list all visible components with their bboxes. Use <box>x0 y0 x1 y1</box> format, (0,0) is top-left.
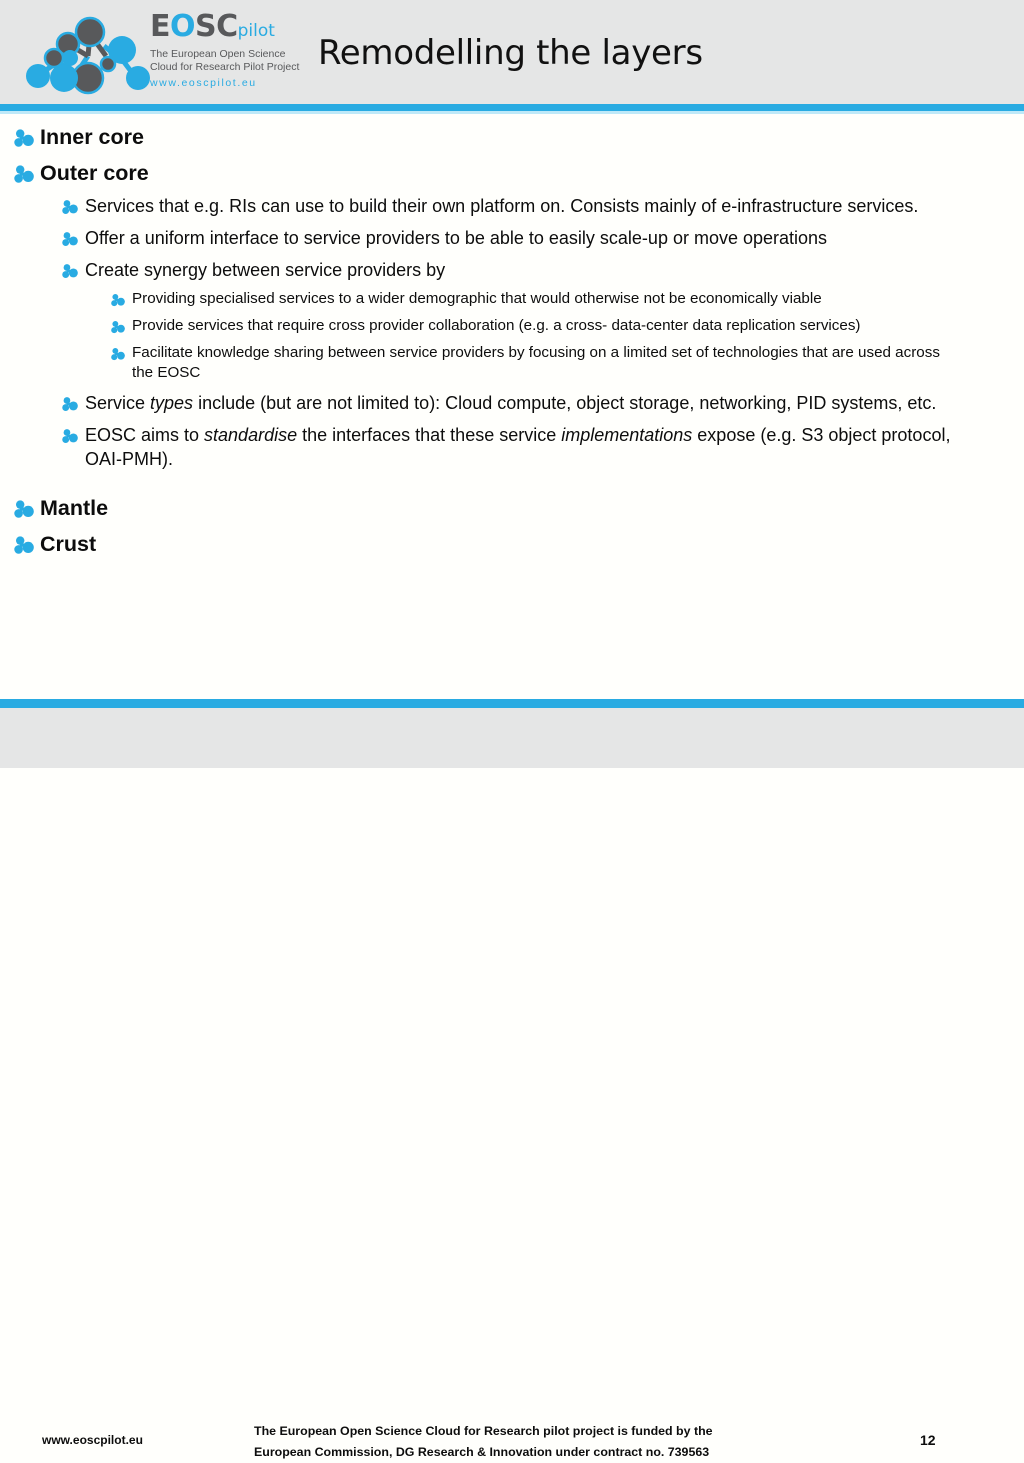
bullet-text: Facilitate knowledge sharing between ser… <box>132 344 940 381</box>
footer-url[interactable]: www.eoscpilot.eu <box>42 1433 143 1447</box>
logo-url: www.eoscpilot.eu <box>150 77 257 89</box>
wordmark-letter-e: E <box>150 9 171 44</box>
footer-funding-statement: The European Open Science Cloud for Rese… <box>254 1421 874 1463</box>
bullet-item-level-3: Providing specialised services to a wide… <box>111 282 991 309</box>
slide-footer: www.eoscpilot.eu The European Open Scien… <box>0 708 1024 1459</box>
logo-tagline-line2: Cloud for Research Pilot Project <box>150 61 300 73</box>
bullet-text: Mantle <box>40 496 109 520</box>
slide-content: Inner core Outer core Services that e.g. R… <box>0 114 1024 700</box>
bullet-item-level-1: Crust <box>14 521 1024 557</box>
molecule-bullet-icon <box>62 428 78 444</box>
molecule-bullet-icon <box>62 199 78 215</box>
eoscpilot-wordmark: EOSCpilot The European Open Science Clou… <box>150 10 322 102</box>
molecule-bullet-icon <box>14 535 34 555</box>
bullet-item-level-2: Service types include (but are not limit… <box>62 383 986 415</box>
bullet-text: Crust <box>40 532 97 556</box>
molecule-bullet-icon <box>111 293 125 307</box>
page-title: Remodelling the layers <box>318 33 703 73</box>
logo-tagline-line1: The European Open Science <box>150 48 286 60</box>
molecule-bullet-icon <box>14 499 34 519</box>
slide-header: EOSCpilot The European Open Science Clou… <box>0 0 1024 104</box>
molecule-bullet-icon <box>62 231 78 247</box>
bullet-text: EOSC aims to standardise the interfaces … <box>85 425 951 469</box>
bullet-text: Providing specialised services to a wide… <box>132 290 822 307</box>
molecule-bullet-icon <box>111 347 125 361</box>
wordmark-letter-o: O <box>170 9 196 44</box>
bullet-item-level-3: Facilitate knowledge sharing between ser… <box>111 336 991 383</box>
bullet-item-level-2: Services that e.g. RIs can use to build … <box>62 186 986 218</box>
footer-accent-rule <box>0 699 1024 708</box>
page-number: 12 <box>920 1432 936 1448</box>
bullet-text: Offer a uniform interface to service pro… <box>85 228 828 248</box>
molecule-bullet-icon <box>14 164 34 184</box>
bullet-item-level-2: Create synergy between service providers… <box>62 250 986 282</box>
bullet-text: Service types include (but are not limit… <box>85 393 937 413</box>
eoscpilot-logo: EOSCpilot The European Open Science Clou… <box>24 8 304 100</box>
wordmark-letters-sc: SC <box>195 9 238 44</box>
bullet-item-level-1: Outer core <box>14 150 1024 186</box>
molecule-bullet-icon <box>14 128 34 148</box>
header-accent-rule <box>0 104 1024 111</box>
footer-statement-line2: European Commission, DG Research & Innov… <box>254 1445 710 1459</box>
bullet-item-level-2: EOSC aims to standardise the interfaces … <box>62 415 986 471</box>
molecule-bullet-icon <box>62 263 78 279</box>
bullet-item-level-2: Offer a uniform interface to service pro… <box>62 218 986 250</box>
eosc-wordmark-text: EOSCpilot <box>150 10 322 48</box>
wordmark-pilot: pilot <box>237 21 275 41</box>
bullet-item-level-1: Inner core <box>14 114 1024 150</box>
bullet-item-level-3: Provide services that require cross prov… <box>111 309 991 336</box>
molecule-bullet-icon <box>62 396 78 412</box>
bullet-text: Services that e.g. RIs can use to build … <box>85 196 919 216</box>
bullet-item-level-1: Mantle <box>14 485 1024 521</box>
bullet-text: Provide services that require cross prov… <box>132 317 861 334</box>
eoscpilot-molecule-logo <box>24 12 150 96</box>
bullet-text: Outer core <box>40 161 149 185</box>
bullet-text: Inner core <box>40 125 144 149</box>
footer-statement-line1: The European Open Science Cloud for Rese… <box>254 1424 713 1438</box>
bullet-text: Create synergy between service providers… <box>85 260 446 280</box>
molecule-graphic-icon <box>26 16 150 95</box>
molecule-bullet-icon <box>111 320 125 334</box>
